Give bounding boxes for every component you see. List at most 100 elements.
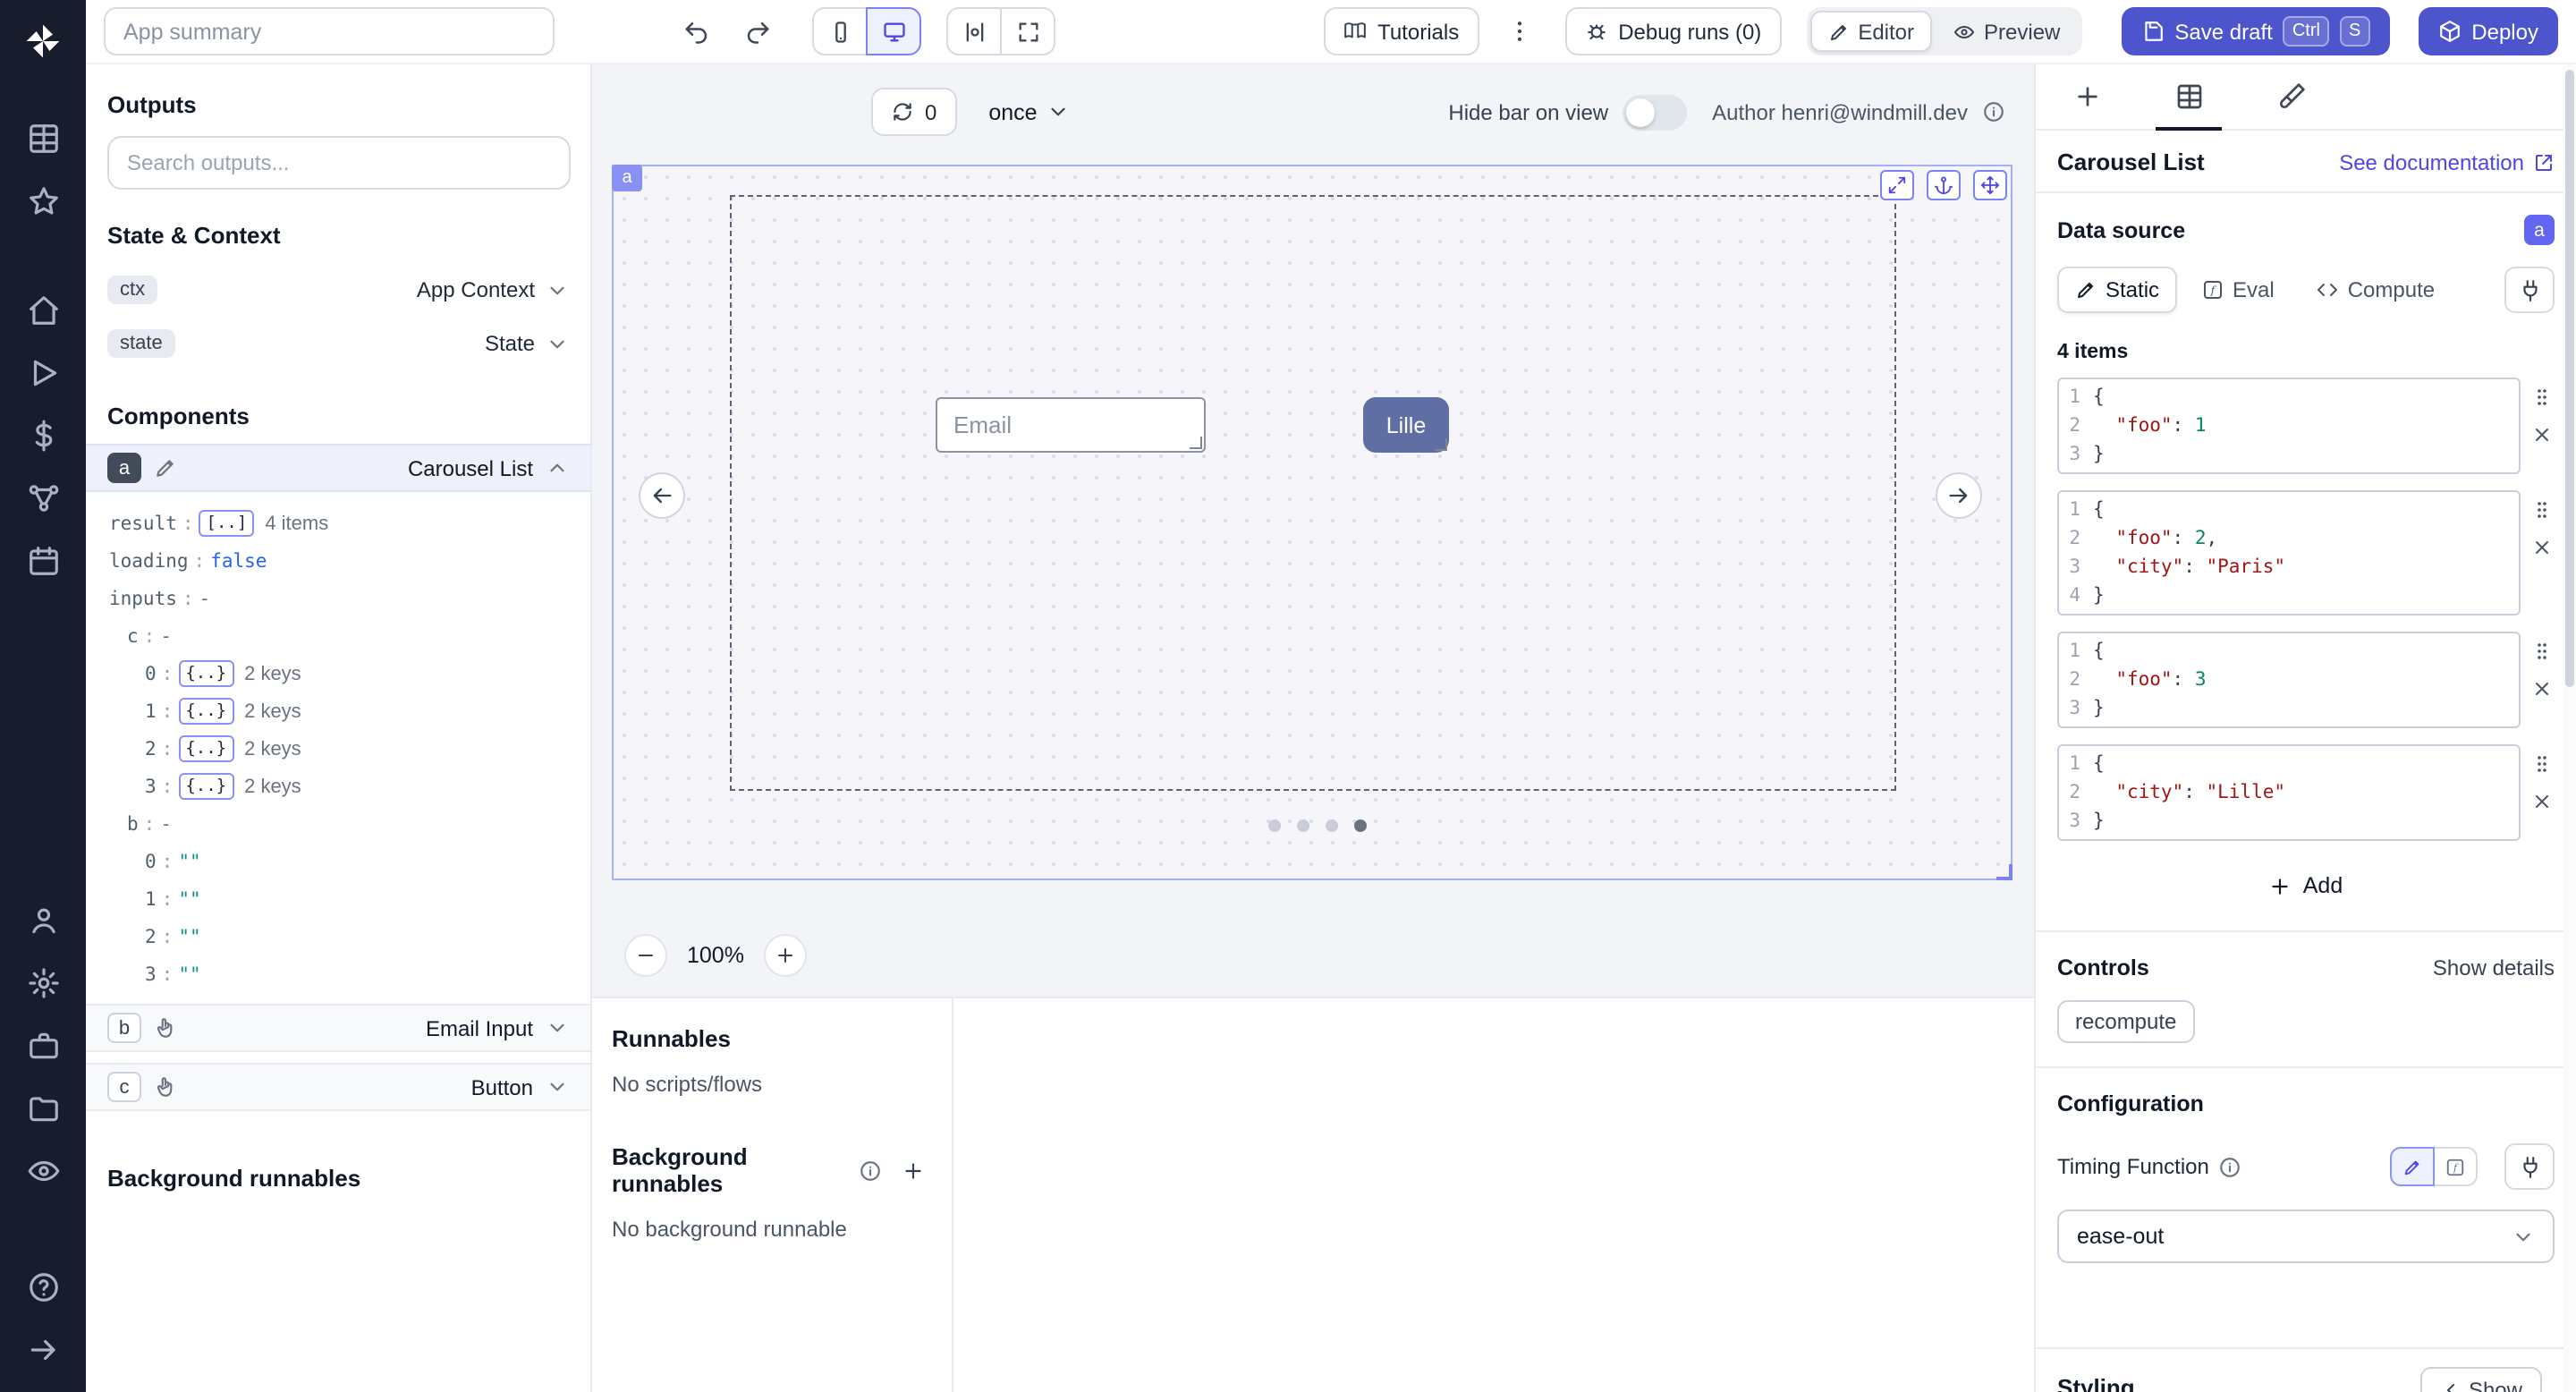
windmill-logo-icon[interactable] (23, 21, 63, 61)
info-icon[interactable] (2218, 1155, 2241, 1178)
folders-icon[interactable] (26, 1091, 60, 1125)
component-row-b[interactable]: b Email Input (86, 1004, 590, 1052)
drag-handle-icon[interactable] (2531, 641, 2553, 662)
expand-sidebar-icon[interactable] (26, 1333, 60, 1367)
carousel-dot[interactable] (1268, 819, 1281, 832)
undo-button[interactable] (673, 8, 719, 55)
refresh-button[interactable]: 0 (871, 88, 956, 136)
home-icon[interactable] (26, 293, 60, 327)
zoom-out-button[interactable] (624, 934, 667, 977)
resources-icon[interactable] (26, 481, 60, 515)
artboard[interactable]: a Email Lille (612, 165, 2012, 880)
debug-runs-button[interactable]: Debug runs (0) (1564, 7, 1781, 55)
drag-handle-icon[interactable] (2531, 386, 2553, 408)
chevron-down-icon[interactable] (546, 1075, 569, 1099)
chevron-down-icon[interactable] (546, 278, 569, 301)
watch-icon[interactable] (26, 1154, 60, 1188)
remove-item-icon[interactable] (2531, 537, 2553, 558)
carousel-dot[interactable] (1326, 819, 1338, 832)
json-editor[interactable]: 1{2 "foo": 33} (2057, 632, 2521, 728)
chevron-down-icon[interactable] (546, 332, 569, 355)
recompute-chip[interactable]: recompute (2057, 1000, 2194, 1043)
tree-row[interactable]: 0:{..}2 keys (86, 655, 590, 692)
add-item-button[interactable]: Add (2251, 864, 2361, 907)
preview-tab[interactable]: Preview (1936, 11, 2078, 52)
json-editor[interactable]: 1{2 "city": "Lille"3} (2057, 744, 2521, 841)
tree-row[interactable]: b:- (86, 805, 590, 843)
timing-eval-button[interactable]: f (2433, 1147, 2478, 1186)
scrollbar[interactable] (2563, 64, 2576, 1392)
state-row[interactable]: state State (86, 317, 590, 370)
see-documentation-link[interactable]: See documentation (2339, 149, 2555, 174)
show-details-link[interactable]: Show details (2433, 955, 2555, 980)
tree-row[interactable]: loading:false (86, 542, 590, 580)
full-width-button[interactable] (1000, 7, 1055, 55)
center-canvas-button[interactable] (946, 7, 1002, 55)
editor-tab[interactable]: Editor (1809, 11, 1932, 52)
runs-icon[interactable] (26, 356, 60, 390)
move-component-button[interactable] (1973, 170, 2007, 200)
add-background-runnable-button[interactable] (895, 1150, 932, 1190)
resize-handle[interactable] (1996, 864, 2012, 880)
deploy-button[interactable]: Deploy (2418, 7, 2558, 55)
hide-bar-toggle[interactable] (1623, 94, 1687, 130)
tab-component-settings[interactable] (2138, 64, 2240, 129)
tutorials-button[interactable]: Tutorials (1324, 7, 1479, 55)
canvas[interactable]: 0 once Hide bar on view Author henri@win… (592, 64, 2034, 997)
schedules-icon[interactable] (26, 544, 60, 578)
help-icon[interactable] (26, 1270, 60, 1304)
timing-connect-button[interactable] (2504, 1143, 2555, 1190)
remove-item-icon[interactable] (2531, 678, 2553, 700)
json-editor[interactable]: 1{2 "foo": 13} (2057, 378, 2521, 474)
connect-input-button[interactable] (2504, 267, 2555, 313)
styling-show-button[interactable]: Show (2420, 1367, 2542, 1392)
app-summary-input[interactable] (104, 7, 555, 55)
tree-row[interactable]: 1:{..}2 keys (86, 692, 590, 730)
tree-row[interactable]: inputs:- (86, 580, 590, 617)
info-icon[interactable] (858, 1159, 881, 1182)
tree-row[interactable]: 2:{..}2 keys (86, 730, 590, 768)
tree-row[interactable]: result:[..]4 items (86, 505, 590, 542)
anchor-component-button[interactable] (1927, 170, 1961, 200)
remove-item-icon[interactable] (2531, 791, 2553, 812)
carousel-next-button[interactable] (1936, 472, 1982, 519)
apps-icon[interactable] (26, 122, 60, 156)
save-draft-button[interactable]: Save draft CtrlS (2121, 7, 2389, 55)
mode-eval-button[interactable]: f Eval (2184, 267, 2292, 313)
chevron-down-icon[interactable] (546, 1016, 569, 1040)
schedule-dropdown[interactable]: once (988, 99, 1069, 124)
user-icon[interactable] (26, 904, 60, 938)
tree-row[interactable]: c:- (86, 617, 590, 655)
drag-handle-icon[interactable] (2531, 753, 2553, 775)
chevron-up-icon[interactable] (546, 456, 569, 480)
drag-handle-icon[interactable] (2531, 499, 2553, 521)
carousel-dot[interactable] (1354, 819, 1367, 832)
tree-row[interactable]: 0:"" (86, 843, 590, 880)
info-icon[interactable] (1982, 100, 2005, 123)
remove-item-icon[interactable] (2531, 424, 2553, 446)
zoom-in-button[interactable] (764, 934, 807, 977)
tree-row[interactable]: 3:"" (86, 955, 590, 993)
more-menu-button[interactable] (1496, 8, 1543, 55)
email-input-component[interactable]: Email (936, 397, 1206, 453)
timing-function-select[interactable]: ease-out (2057, 1210, 2555, 1263)
edit-id-icon[interactable] (154, 456, 177, 480)
variables-icon[interactable] (26, 419, 60, 453)
expand-component-button[interactable] (1880, 170, 1914, 200)
tree-row[interactable]: 1:"" (86, 880, 590, 918)
settings-icon[interactable] (26, 966, 60, 1000)
timing-static-button[interactable] (2390, 1147, 2435, 1186)
tree-row[interactable]: 3:{..}2 keys (86, 768, 590, 805)
component-row-a[interactable]: a Carousel List (86, 444, 590, 492)
redo-button[interactable] (733, 8, 780, 55)
carousel-dot[interactable] (1297, 819, 1309, 832)
button-component[interactable]: Lille (1363, 397, 1449, 453)
workspace-icon[interactable] (26, 1029, 60, 1063)
tree-row[interactable]: 2:"" (86, 918, 590, 955)
scrollbar-thumb[interactable] (2565, 70, 2574, 687)
mode-static-button[interactable]: Static (2057, 267, 2177, 313)
ctx-row[interactable]: ctx App Context (86, 263, 590, 317)
carousel-prev-button[interactable] (639, 472, 685, 519)
mode-compute-button[interactable]: Compute (2300, 267, 2453, 313)
mobile-view-button[interactable] (812, 7, 868, 55)
